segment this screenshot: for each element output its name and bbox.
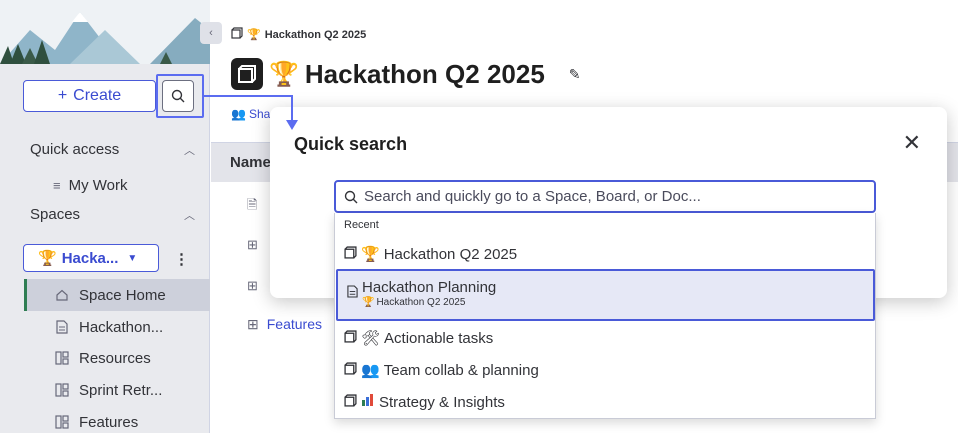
workspace-icon: [231, 58, 263, 90]
search-icon: [344, 190, 358, 203]
workspace-icon: [231, 27, 243, 42]
sidebar-item-space-home[interactable]: Space Home: [24, 279, 210, 311]
board-icon: ⊞: [247, 237, 258, 252]
sidebar-item-features[interactable]: Features: [24, 406, 210, 433]
recent-label: Recent: [344, 219, 379, 231]
space-selector-label: Hacka...: [61, 249, 119, 267]
search-result-item[interactable]: 🛠 Actionable tasks: [335, 325, 875, 351]
dialog-title: Quick search: [294, 134, 408, 154]
sidebar-item-label: Hackathon...: [79, 318, 164, 336]
plus-icon: +: [57, 87, 68, 104]
spaces-label: Spaces: [30, 206, 81, 223]
page-title-row: 🏆 Hackathon Q2 2025 ✎: [231, 58, 581, 90]
people-icon: 👥: [361, 362, 380, 379]
workspace-icon: [344, 245, 357, 263]
list-icon: ≡: [53, 178, 61, 193]
trophy-icon: 🏆: [247, 29, 261, 41]
quick-access-label: Quick access: [30, 141, 120, 158]
search-result-item[interactable]: 👥 Team collab & planning: [335, 357, 875, 383]
more-options-icon[interactable]: ⋮: [174, 250, 189, 268]
share-link[interactable]: 👥 Sha: [231, 107, 270, 121]
sidebar-item-label: Resources: [79, 349, 151, 367]
board-icon: [54, 382, 70, 398]
quick-search-input-wrapper[interactable]: [334, 180, 876, 213]
search-result-item-selected[interactable]: Hackathon Planning 🏆 Hackathon Q2 2025: [336, 269, 875, 321]
doc-icon: 🗎: [247, 197, 258, 212]
workspace-icon: [344, 329, 357, 347]
sidebar-item-label: Sprint Retr...: [79, 381, 163, 399]
create-button[interactable]: + Create: [23, 80, 156, 112]
result-label: Hackathon Planning: [362, 279, 497, 296]
search-result-item[interactable]: Strategy & Insights: [335, 389, 875, 415]
people-icon: 👥: [231, 107, 246, 121]
chart-icon: [361, 393, 375, 411]
create-button-label: Create: [73, 87, 122, 104]
result-label: Team collab & planning: [383, 361, 539, 379]
chevron-left-icon: ‹: [209, 27, 213, 39]
features-row-label: Features: [266, 316, 322, 332]
trophy-icon: 🏆: [361, 246, 380, 263]
collapse-sidebar-button[interactable]: ‹: [200, 22, 222, 44]
result-label: Actionable tasks: [384, 329, 494, 347]
space-selector[interactable]: 🏆 Hacka... ▼: [23, 244, 159, 272]
sidebar-item-label: Space Home: [79, 286, 166, 304]
breadcrumb[interactable]: 🏆 Hackathon Q2 2025: [231, 27, 366, 42]
trophy-icon: 🏆: [38, 250, 57, 267]
close-icon[interactable]: ✕: [903, 132, 921, 154]
workspace-icon: [344, 361, 357, 379]
board-icon: ⊞: [247, 278, 258, 293]
breadcrumb-label: Hackathon Q2 2025: [264, 28, 367, 41]
board-icon: [54, 350, 70, 366]
result-text: Hackathon Planning 🏆 Hackathon Q2 2025: [362, 279, 496, 308]
edit-pencil-icon[interactable]: ✎: [569, 66, 581, 83]
home-icon: [54, 287, 70, 303]
result-label: Hackathon Q2 2025: [383, 245, 518, 263]
search-icon: [171, 89, 185, 103]
result-label: Strategy & Insights: [379, 393, 505, 411]
workspace-icon: [344, 393, 357, 411]
sidebar-item-hackathon-doc[interactable]: Hackathon...: [24, 311, 210, 343]
page-title: Hackathon Q2 2025: [304, 58, 545, 89]
my-work-label: My Work: [68, 177, 128, 194]
sidebar-banner-image: [0, 0, 210, 64]
doc-icon: [54, 319, 70, 335]
trophy-icon: 🏆: [269, 60, 299, 88]
doc-icon: [347, 285, 358, 302]
sidebar-item-resources[interactable]: Resources: [24, 342, 210, 374]
tools-icon: 🛠: [361, 330, 381, 347]
board-icon: [54, 414, 70, 430]
caret-down-icon: ▼: [127, 252, 138, 264]
board-icon: ⊞: [247, 316, 259, 332]
quick-access-header[interactable]: Quick access ︿: [30, 141, 195, 158]
my-work-link[interactable]: ≡ My Work: [53, 177, 127, 194]
result-sublabel-text: Hackathon Q2 2025: [376, 297, 466, 308]
share-label: Sha: [248, 107, 271, 121]
chevron-up-icon: ︿: [184, 209, 195, 222]
trophy-icon: 🏆: [362, 297, 375, 308]
sidebar-item-sprint-retro[interactable]: Sprint Retr...: [24, 374, 210, 406]
quick-search-input[interactable]: [364, 188, 864, 205]
search-results-dropdown: Recent 🏆 Hackathon Q2 2025 Hackathon Pla…: [334, 213, 876, 419]
sidebar: + Create Quick access ︿ ≡ My Work Spaces…: [0, 0, 210, 433]
sidebar-search-button[interactable]: [162, 80, 194, 112]
chevron-up-icon: ︿: [184, 144, 195, 157]
name-column-header: Name: [230, 154, 271, 171]
result-sublabel: 🏆 Hackathon Q2 2025: [362, 297, 496, 308]
search-result-item[interactable]: 🏆 Hackathon Q2 2025: [335, 241, 875, 267]
table-row-features[interactable]: ⊞ Features: [247, 316, 322, 333]
sidebar-item-label: Features: [79, 413, 139, 431]
spaces-header[interactable]: Spaces ︿: [30, 206, 195, 223]
